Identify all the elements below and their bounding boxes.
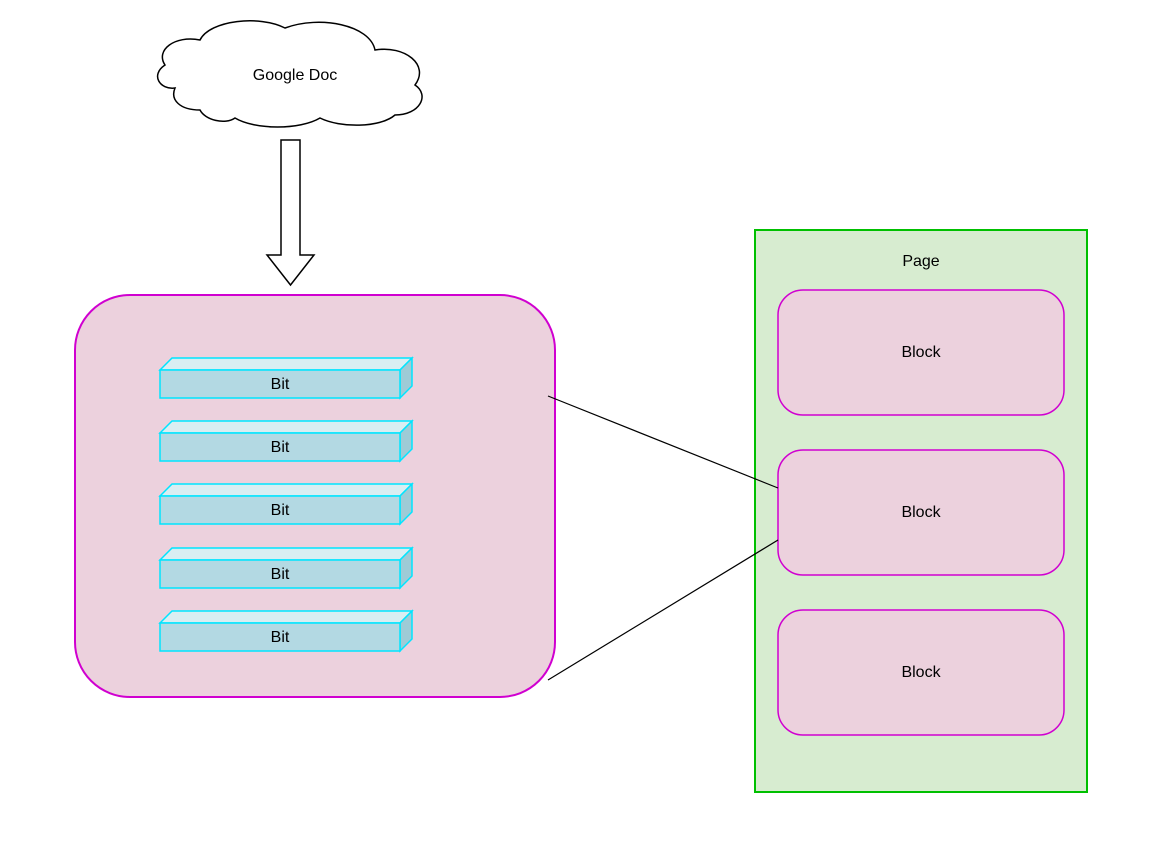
page-panel: Page Block Block Block (755, 230, 1087, 792)
cloud-label: Google Doc (253, 67, 338, 84)
cloud-google-doc: Google Doc (158, 21, 422, 127)
page-title: Page (902, 253, 939, 270)
block-label: Block (901, 344, 941, 361)
bit-item-2: Bit (160, 484, 412, 524)
connector-top (548, 396, 778, 488)
bit-label: Bit (271, 629, 290, 646)
bit-label: Bit (271, 502, 290, 519)
block-item-2: Block (778, 610, 1064, 735)
bit-item-0: Bit (160, 358, 412, 398)
connector-lines (548, 396, 778, 680)
connector-bottom (548, 540, 778, 680)
bit-label: Bit (271, 566, 290, 583)
arrow-down-icon (267, 140, 314, 285)
bit-item-3: Bit (160, 548, 412, 588)
bit-label: Bit (271, 376, 290, 393)
block-item-0: Block (778, 290, 1064, 415)
block-label: Block (901, 504, 941, 521)
bit-item-4: Bit (160, 611, 412, 651)
block-label: Block (901, 664, 941, 681)
block-item-1: Block (778, 450, 1064, 575)
bit-item-1: Bit (160, 421, 412, 461)
bit-label: Bit (271, 439, 290, 456)
bits-panel: Bit Bit Bit Bit Bit (75, 295, 555, 697)
